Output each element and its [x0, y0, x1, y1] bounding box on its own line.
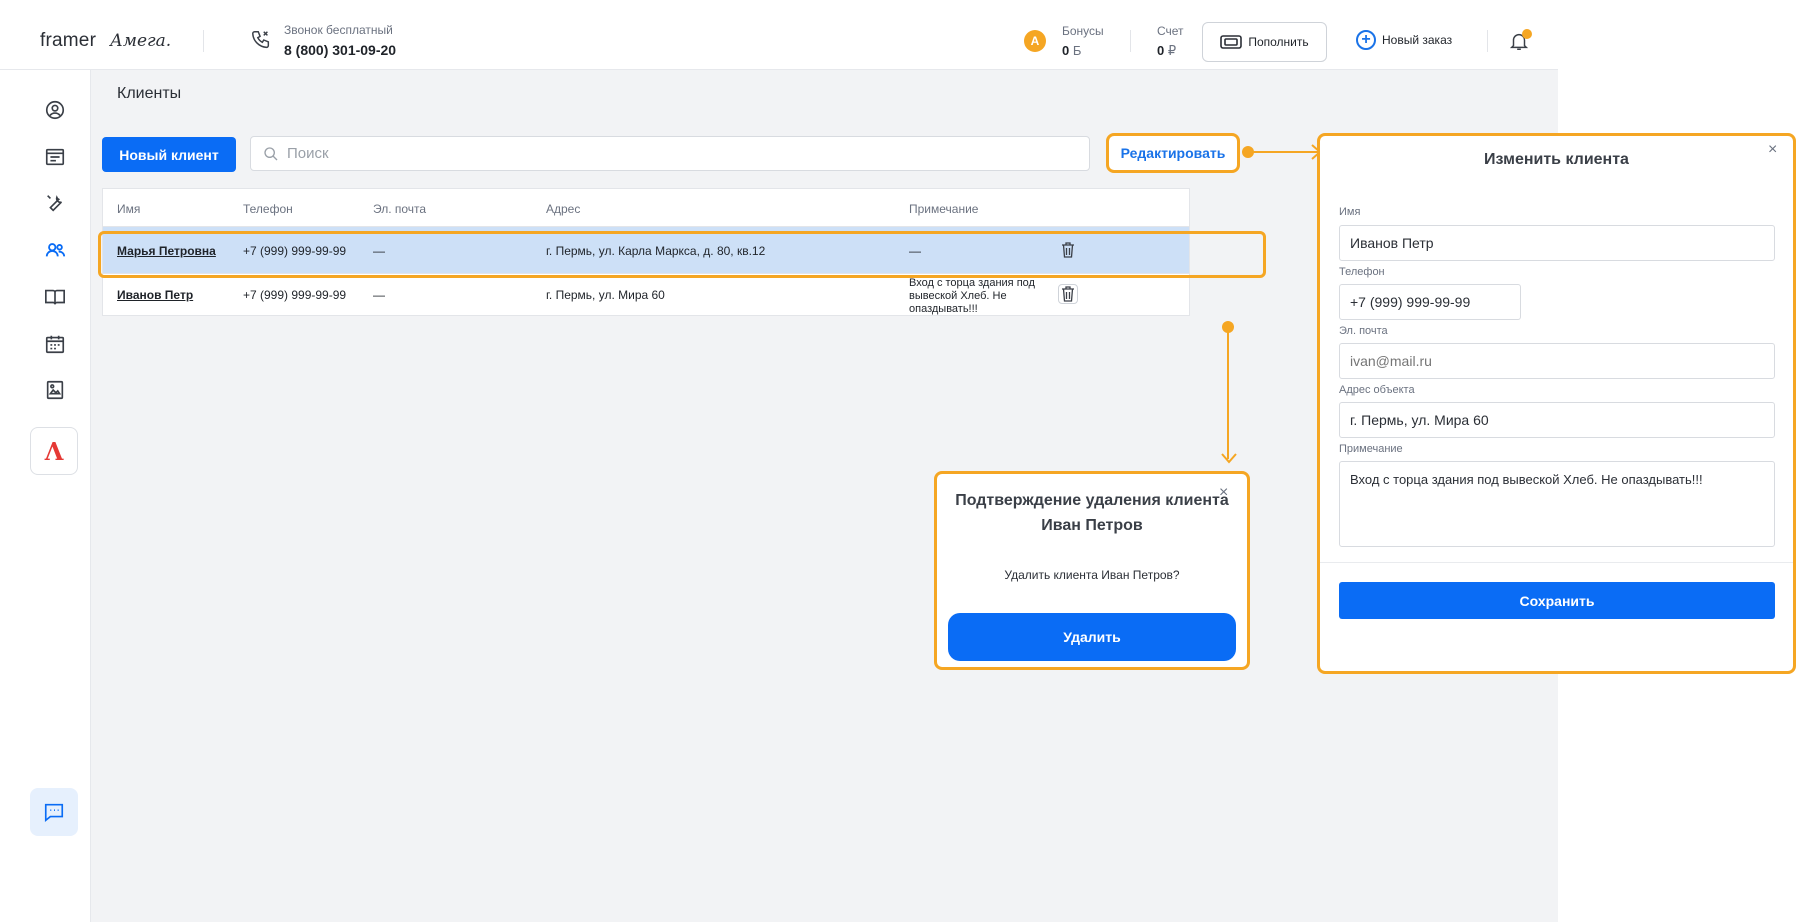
- trash-icon: [1062, 286, 1074, 302]
- clients-icon: [45, 243, 66, 257]
- client-name-link[interactable]: Марья Петровна: [117, 244, 216, 258]
- name-label: Имя: [1339, 206, 1361, 218]
- page-title: Клиенты: [117, 85, 182, 102]
- new-order-label: Новый заказ: [1382, 33, 1453, 47]
- phone-number[interactable]: 8 (800) 301-09-20: [284, 42, 396, 58]
- amega-app-button[interactable]: Λ: [30, 427, 78, 475]
- search-input[interactable]: [287, 137, 1077, 170]
- delete-confirm-modal: Подтверждение удаления клиента Иван Петр…: [934, 471, 1250, 670]
- amega-logo-icon: Λ: [44, 436, 64, 466]
- wallet-icon: [1220, 35, 1243, 49]
- save-button[interactable]: Сохранить: [1339, 582, 1775, 619]
- column-header[interactable]: Телефон: [243, 202, 293, 216]
- header-divider: [203, 30, 204, 52]
- note-label: Примечание: [1339, 443, 1403, 455]
- column-header[interactable]: Примечание: [909, 202, 978, 216]
- sidebar-item-tools[interactable]: [42, 190, 68, 216]
- sidebar-item-profile[interactable]: [42, 97, 68, 123]
- sidebar-item-clients[interactable]: [42, 237, 68, 263]
- calendar-icon: [45, 335, 65, 354]
- client-note: —: [909, 244, 921, 258]
- topup-label: Пополнить: [1248, 35, 1309, 49]
- address-field[interactable]: [1339, 402, 1775, 438]
- bonus-value: 0 Б: [1062, 43, 1082, 58]
- client-phone: +7 (999) 999-99-99: [243, 288, 347, 302]
- new-order-button[interactable]: + Новый заказ: [1356, 30, 1452, 50]
- sidebar: Λ: [18, 70, 91, 922]
- client-note: Вход с торца здания под вывеской Хлеб. Н…: [909, 277, 1035, 315]
- sidebar-item-catalog[interactable]: [42, 284, 68, 310]
- panel-title: Изменить клиента: [1484, 151, 1629, 168]
- top-header: framer Амега. Звонок бесплатный 8 (800) …: [0, 0, 1558, 70]
- chat-icon: [44, 803, 64, 822]
- column-header[interactable]: Имя: [117, 202, 140, 216]
- client-address: г. Пермь, ул. Карла Маркса, д. 80, кв.12: [546, 244, 766, 258]
- notification-badge: [1522, 29, 1532, 39]
- panel-divider: [1320, 562, 1793, 563]
- connector-arrow-icon: [1221, 453, 1237, 464]
- bonus-caption: Бонусы: [1062, 24, 1104, 38]
- note-field[interactable]: Вход с торца здания под вывеской Хлеб. Н…: [1339, 461, 1775, 547]
- client-phone: +7 (999) 999-99-99: [243, 244, 347, 258]
- topup-button[interactable]: Пополнить: [1202, 22, 1327, 62]
- header-divider: [1130, 30, 1131, 52]
- table-row[interactable]: Иванов Петр +7 (999) 999-99-99 — г. Перм…: [103, 274, 1189, 315]
- account-value: 0 ₽: [1157, 43, 1177, 58]
- amega-logo: Амега.: [110, 31, 172, 51]
- phone-icon: [252, 31, 270, 49]
- column-header[interactable]: Эл. почта: [373, 202, 426, 216]
- table-row[interactable]: Марья Петровна +7 (999) 999-99-99 — г. П…: [103, 227, 1189, 274]
- client-email: —: [373, 244, 385, 258]
- delete-button[interactable]: Удалить: [948, 613, 1236, 661]
- search-field[interactable]: [250, 136, 1090, 171]
- brand-logo: framer: [40, 30, 97, 51]
- gallery-icon: [46, 380, 64, 400]
- clients-table: Имя Телефон Эл. почта Адрес Примечание М…: [102, 188, 1190, 316]
- delete-row-button[interactable]: [1058, 284, 1078, 304]
- delete-row-button[interactable]: [1058, 240, 1078, 260]
- phone-field[interactable]: [1339, 284, 1521, 320]
- sidebar-item-orders[interactable]: [42, 144, 68, 170]
- edit-client-panel: Изменить клиента × Имя Телефон Эл. почта…: [1317, 133, 1796, 674]
- account-caption: Счет: [1157, 24, 1184, 38]
- edit-button[interactable]: Редактировать: [1106, 133, 1240, 173]
- address-label: Адрес объекта: [1339, 384, 1415, 396]
- tools-icon: [47, 195, 63, 212]
- header-divider: [1487, 30, 1488, 52]
- email-field[interactable]: [1339, 343, 1775, 379]
- sidebar-item-gallery[interactable]: [42, 377, 68, 403]
- profile-icon: [45, 100, 65, 120]
- orders-icon: [45, 148, 65, 166]
- column-header[interactable]: Адрес: [546, 202, 580, 216]
- close-icon[interactable]: ×: [1768, 141, 1777, 159]
- catalog-icon: [45, 289, 65, 305]
- phone-label: Телефон: [1339, 266, 1385, 278]
- plus-icon: +: [1356, 30, 1376, 50]
- name-field[interactable]: [1339, 225, 1775, 261]
- phone-caption: Звонок бесплатный: [284, 23, 393, 37]
- sidebar-item-calendar[interactable]: [42, 331, 68, 357]
- search-icon: [264, 147, 278, 161]
- trash-icon: [1062, 242, 1074, 258]
- chat-button[interactable]: [30, 788, 78, 836]
- email-label: Эл. почта: [1339, 325, 1388, 337]
- bonus-coin-icon: A: [1024, 30, 1046, 52]
- modal-title: Подтверждение удаления клиента Иван Петр…: [955, 492, 1229, 534]
- client-address: г. Пермь, ул. Мира 60: [546, 288, 665, 302]
- connector-line: [1227, 327, 1229, 459]
- close-icon[interactable]: ×: [1219, 484, 1228, 502]
- modal-message: Удалить клиента Иван Петров?: [1004, 568, 1180, 582]
- client-name-link[interactable]: Иванов Петр: [117, 288, 193, 302]
- client-email: —: [373, 288, 385, 302]
- table-header: Имя Телефон Эл. почта Адрес Примечание: [103, 189, 1189, 227]
- new-client-button[interactable]: Новый клиент: [102, 137, 236, 172]
